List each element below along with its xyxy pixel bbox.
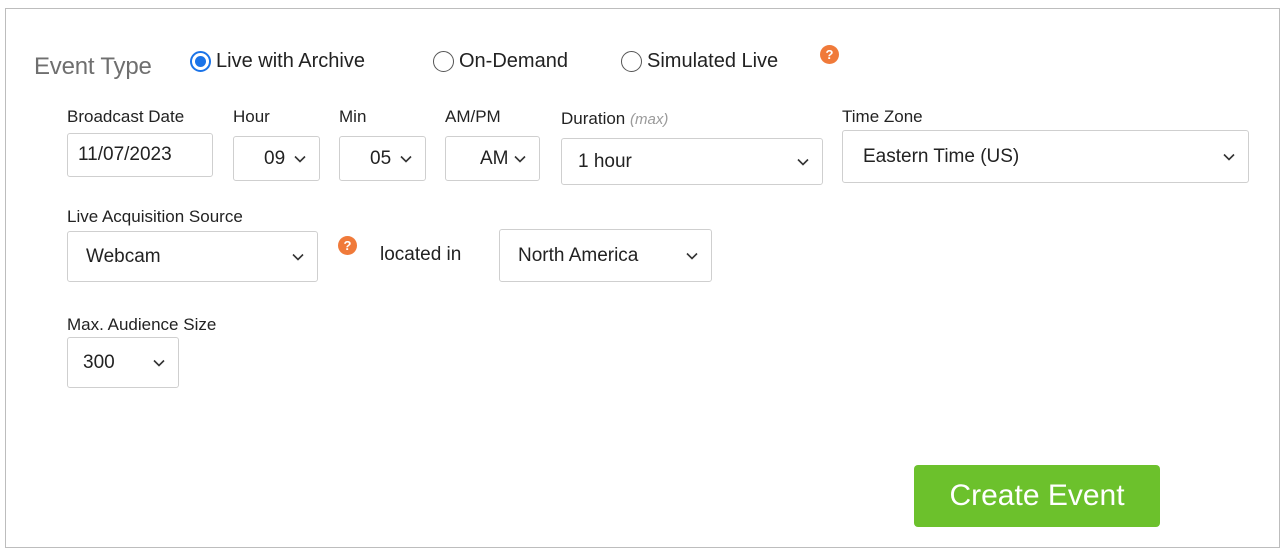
min-value: 05 bbox=[370, 147, 392, 169]
acquisition-help-icon[interactable]: ? bbox=[338, 236, 357, 255]
audience-size-label: Max. Audience Size bbox=[67, 315, 217, 334]
ampm-label: AM/PM bbox=[445, 107, 501, 126]
chevron-down-icon bbox=[400, 155, 412, 163]
located-in-label: located in bbox=[380, 244, 462, 265]
min-select[interactable]: 05 bbox=[339, 136, 426, 181]
hour-value: 09 bbox=[264, 147, 286, 169]
time-zone-select[interactable]: Eastern Time (US) bbox=[842, 130, 1249, 183]
min-label: Min bbox=[339, 107, 367, 126]
radio-simulated-live-circle[interactable] bbox=[621, 51, 642, 72]
radio-simulated-live[interactable]: Simulated Live bbox=[621, 50, 778, 73]
duration-label-text: Duration bbox=[561, 109, 626, 128]
chevron-down-icon bbox=[514, 155, 526, 163]
chevron-down-icon bbox=[686, 252, 698, 260]
hour-label: Hour bbox=[233, 107, 270, 126]
create-event-button[interactable]: Create Event bbox=[914, 465, 1160, 527]
radio-live-with-archive[interactable]: Live with Archive bbox=[190, 50, 365, 73]
region-select[interactable]: North America bbox=[499, 229, 712, 282]
duration-value: 1 hour bbox=[578, 150, 632, 172]
event-type-help-icon[interactable]: ? bbox=[820, 45, 839, 64]
radio-live-with-archive-label: Live with Archive bbox=[216, 50, 365, 72]
broadcast-date-label: Broadcast Date bbox=[67, 107, 185, 126]
event-type-label: Event Type bbox=[34, 53, 152, 80]
hour-select[interactable]: 09 bbox=[233, 136, 320, 181]
ampm-value: AM bbox=[480, 147, 509, 169]
duration-select[interactable]: 1 hour bbox=[561, 138, 823, 185]
chevron-down-icon bbox=[153, 359, 165, 367]
radio-on-demand[interactable]: On-Demand bbox=[433, 50, 568, 73]
time-zone-label: Time Zone bbox=[842, 107, 923, 126]
chevron-down-icon bbox=[292, 253, 304, 261]
acquisition-source-label: Live Acquisition Source bbox=[67, 207, 243, 226]
chevron-down-icon bbox=[797, 158, 809, 166]
event-form-panel: Event Type Live with Archive On-Demand S… bbox=[5, 8, 1280, 548]
region-value: North America bbox=[518, 244, 639, 266]
acquisition-source-value: Webcam bbox=[86, 245, 161, 267]
radio-on-demand-label: On-Demand bbox=[459, 50, 568, 72]
radio-live-with-archive-circle[interactable] bbox=[190, 51, 211, 72]
audience-size-select[interactable]: 300 bbox=[67, 337, 179, 388]
time-zone-value: Eastern Time (US) bbox=[863, 145, 1020, 167]
chevron-down-icon bbox=[1223, 153, 1235, 161]
ampm-select[interactable]: AM bbox=[445, 136, 540, 181]
radio-simulated-live-label: Simulated Live bbox=[647, 50, 779, 72]
duration-hint: (max) bbox=[630, 111, 669, 128]
radio-on-demand-circle[interactable] bbox=[433, 51, 454, 72]
audience-size-value: 300 bbox=[83, 351, 115, 373]
chevron-down-icon bbox=[294, 155, 306, 163]
duration-label: Duration (max) bbox=[561, 109, 668, 129]
broadcast-date-input[interactable]: 11/07/2023 bbox=[67, 133, 213, 177]
broadcast-date-value: 11/07/2023 bbox=[78, 144, 172, 165]
acquisition-source-select[interactable]: Webcam bbox=[67, 231, 318, 282]
